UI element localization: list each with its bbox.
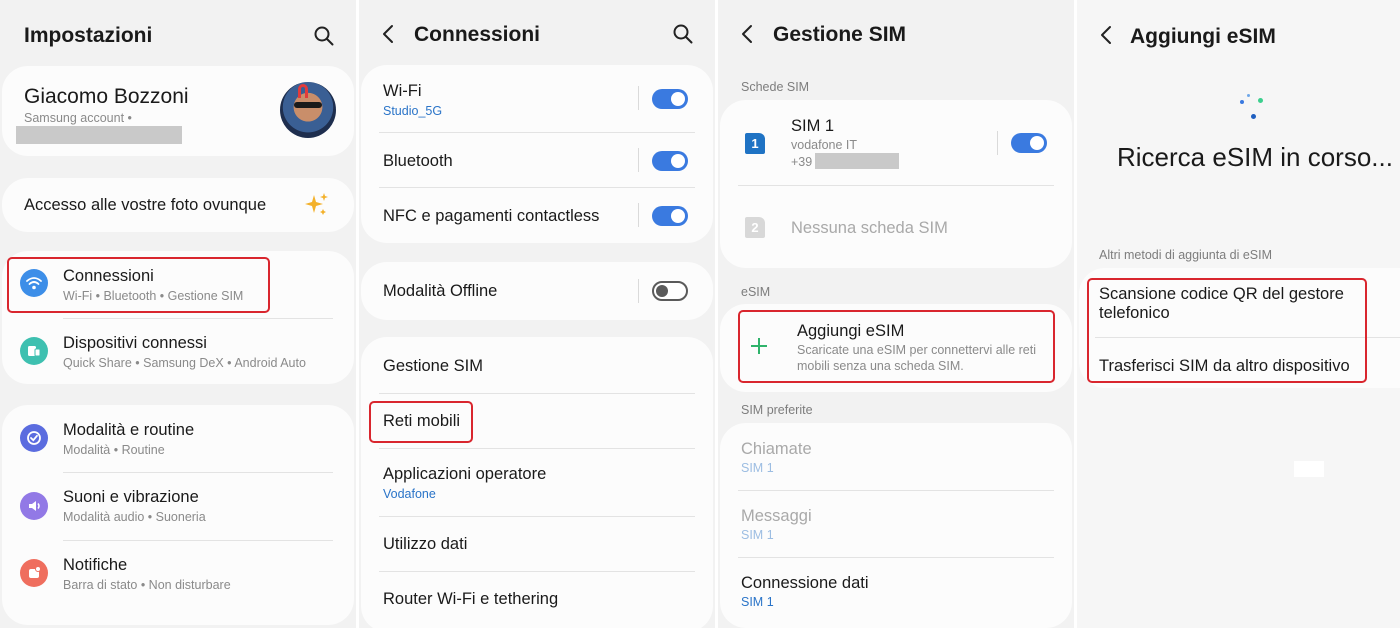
devices-icon — [20, 337, 48, 365]
sim1-toggle[interactable] — [1011, 133, 1047, 153]
highlight-other-methods — [1087, 278, 1367, 383]
divider — [63, 318, 333, 319]
sim2-name: Nessuna scheda SIM — [791, 219, 948, 237]
messages-label: Messaggi — [741, 507, 812, 525]
redacted-number — [815, 153, 899, 169]
separator — [638, 148, 639, 172]
page-title: Gestione SIM — [773, 23, 907, 46]
data-usage-item[interactable]: Utilizzo dati — [383, 535, 467, 554]
divider — [379, 187, 695, 188]
sparkle-icon — [305, 193, 328, 215]
divider — [379, 393, 695, 394]
highlight-mobile-networks — [369, 401, 473, 443]
sim2-icon: 2 — [745, 217, 765, 238]
sim1-carrier: vodafone IT — [791, 138, 858, 152]
back-icon[interactable] — [381, 24, 397, 44]
speaker-icon — [20, 492, 48, 520]
divider — [379, 516, 695, 517]
calls-value: SIM 1 — [741, 461, 774, 475]
highlight-connections — [7, 257, 270, 313]
separator — [997, 131, 998, 155]
carrier-apps-sub: Vodafone — [383, 487, 436, 501]
avatar[interactable] — [280, 82, 336, 138]
divider — [379, 448, 695, 449]
searching-status: Ricerca eSIM in corso... — [1117, 142, 1393, 172]
promo-text: Accesso alle vostre foto ovunque — [24, 196, 267, 214]
sim-cards-group — [720, 100, 1072, 268]
notifications-label[interactable]: Notifiche — [63, 556, 127, 575]
calls-label: Chiamate — [741, 440, 812, 458]
separator — [638, 86, 639, 110]
connected-devices-label[interactable]: Dispositivi connessi — [63, 334, 207, 353]
connections-screen: Connessioni Wi-Fi Studio_5G Bluetooth NF… — [359, 0, 715, 628]
sim-manager-item[interactable]: Gestione SIM — [383, 357, 483, 376]
divider — [379, 571, 695, 572]
divider — [738, 557, 1054, 558]
divider — [63, 540, 333, 541]
wifi-label[interactable]: Wi-Fi — [383, 82, 421, 101]
sim1-number: +39 — [791, 155, 813, 169]
add-esim-screen: Aggiungi eSIM Ricerca eSIM in corso... A… — [1077, 0, 1400, 628]
page-title: Impostazioni — [24, 24, 153, 47]
preferred-sim-section: SIM preferite — [741, 403, 813, 417]
search-icon[interactable] — [313, 25, 335, 47]
divider — [379, 132, 695, 133]
page-title: Aggiungi eSIM — [1130, 25, 1276, 48]
sounds-sub: Modalità audio • Suoneria — [63, 510, 206, 524]
sim1-icon: 1 — [745, 133, 765, 154]
bell-icon — [20, 559, 48, 587]
bluetooth-label[interactable]: Bluetooth — [383, 152, 453, 171]
notifications-sub: Barra di stato • Non disturbare — [63, 578, 231, 592]
profile-card[interactable]: Giacomo Bozzoni Samsung account • — [2, 66, 354, 156]
divider — [738, 490, 1054, 491]
offline-toggle[interactable] — [652, 281, 688, 301]
other-methods-section: Altri metodi di aggiunta di eSIM — [1099, 248, 1273, 262]
nfc-toggle[interactable] — [652, 206, 688, 226]
back-icon[interactable] — [1099, 25, 1115, 45]
carrier-apps-item[interactable]: Applicazioni operatore — [383, 465, 546, 484]
profile-name: Giacomo Bozzoni — [24, 85, 189, 108]
wifi-network: Studio_5G — [383, 104, 443, 118]
blank-patch — [1294, 461, 1324, 477]
modes-routines-sub: Modalità • Routine — [63, 443, 165, 457]
sounds-label[interactable]: Suoni e vibrazione — [63, 488, 199, 507]
page-title: Connessioni — [414, 23, 541, 46]
divider — [738, 185, 1054, 186]
bluetooth-toggle[interactable] — [652, 151, 688, 171]
modes-routines-label[interactable]: Modalità e routine — [63, 421, 194, 440]
connected-devices-sub: Quick Share • Samsung DeX • Android Auto — [63, 356, 306, 370]
wifi-toggle[interactable] — [652, 89, 688, 109]
loading-spinner-icon — [1237, 92, 1267, 122]
nfc-label[interactable]: NFC e pagamenti contactless — [383, 207, 599, 226]
settings-screen: Impostazioni Giacomo Bozzoni Samsung acc… — [0, 0, 356, 628]
mobile-data-label[interactable]: Connessione dati — [741, 574, 869, 593]
offline-label[interactable]: Modalità Offline — [383, 282, 497, 301]
sim-manager-screen: Gestione SIM Schede SIM 1 SIM 1 vodafone… — [718, 0, 1074, 628]
separator — [638, 203, 639, 227]
esim-section: eSIM — [741, 285, 771, 299]
hotspot-item[interactable]: Router Wi-Fi e tethering — [383, 590, 558, 609]
divider — [63, 472, 333, 473]
sim1-name[interactable]: SIM 1 — [791, 117, 834, 136]
redacted-email — [16, 126, 182, 144]
search-icon[interactable] — [672, 23, 694, 45]
separator — [638, 279, 639, 303]
highlight-add-esim — [738, 310, 1055, 383]
check-circle-icon — [20, 424, 48, 452]
account-label: Samsung account • — [24, 111, 132, 125]
sim-cards-section: Schede SIM — [741, 80, 810, 94]
mobile-data-value: SIM 1 — [741, 595, 774, 609]
promo-card[interactable]: Accesso alle vostre foto ovunque — [2, 178, 354, 232]
back-icon[interactable] — [740, 24, 756, 44]
messages-value: SIM 1 — [741, 528, 774, 542]
